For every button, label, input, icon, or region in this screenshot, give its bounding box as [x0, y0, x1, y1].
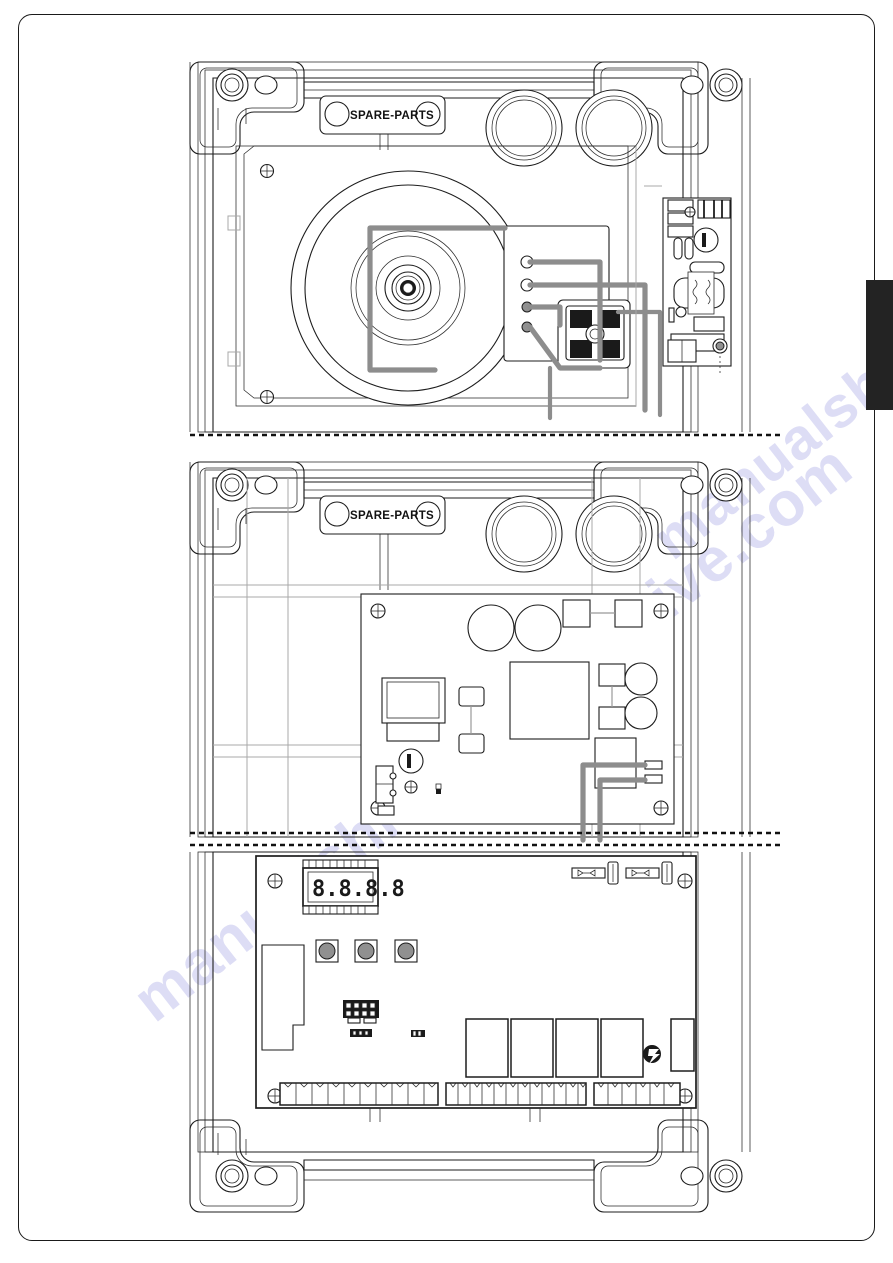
led-display-value: 8.8.8.8	[312, 877, 405, 902]
pcb-module-top	[662, 197, 732, 374]
mounting-boss-bottom-right	[593, 1119, 743, 1213]
main-pcb-board	[360, 593, 675, 825]
panel-motor-layer: SPARE-PARTS	[189, 61, 751, 433]
mounting-boss-top-left	[189, 61, 305, 155]
spare-parts-label-top: SPARE-PARTS	[350, 110, 434, 122]
cable-gland-group-top	[485, 89, 653, 167]
spare-parts-plate-top: SPARE-PARTS	[319, 95, 446, 150]
diagram-vector-layer: SPARE-PARTS SPARE-PARTS 8.8.8.8	[189, 61, 780, 1213]
pushbutton-group[interactable]	[315, 939, 418, 963]
diagram-page: manualshive.com manualshive.com manualsh…	[0, 0, 893, 1263]
terminal-block-assembly	[503, 225, 631, 369]
cable-gland-group-mid	[485, 495, 653, 573]
panel-control-board-layer: 8.8.8.8	[189, 851, 751, 1213]
panel-pcb-layer: SPARE-PARTS	[189, 461, 751, 843]
spare-parts-plate-mid: SPARE-PARTS	[319, 495, 446, 590]
jumper-block	[411, 1030, 425, 1037]
control-board: 8.8.8.8	[255, 855, 697, 1122]
spare-parts-label-mid: SPARE-PARTS	[350, 510, 434, 522]
mounting-boss-bottom-left	[189, 1119, 305, 1213]
terminal-strip-group	[279, 1082, 681, 1106]
